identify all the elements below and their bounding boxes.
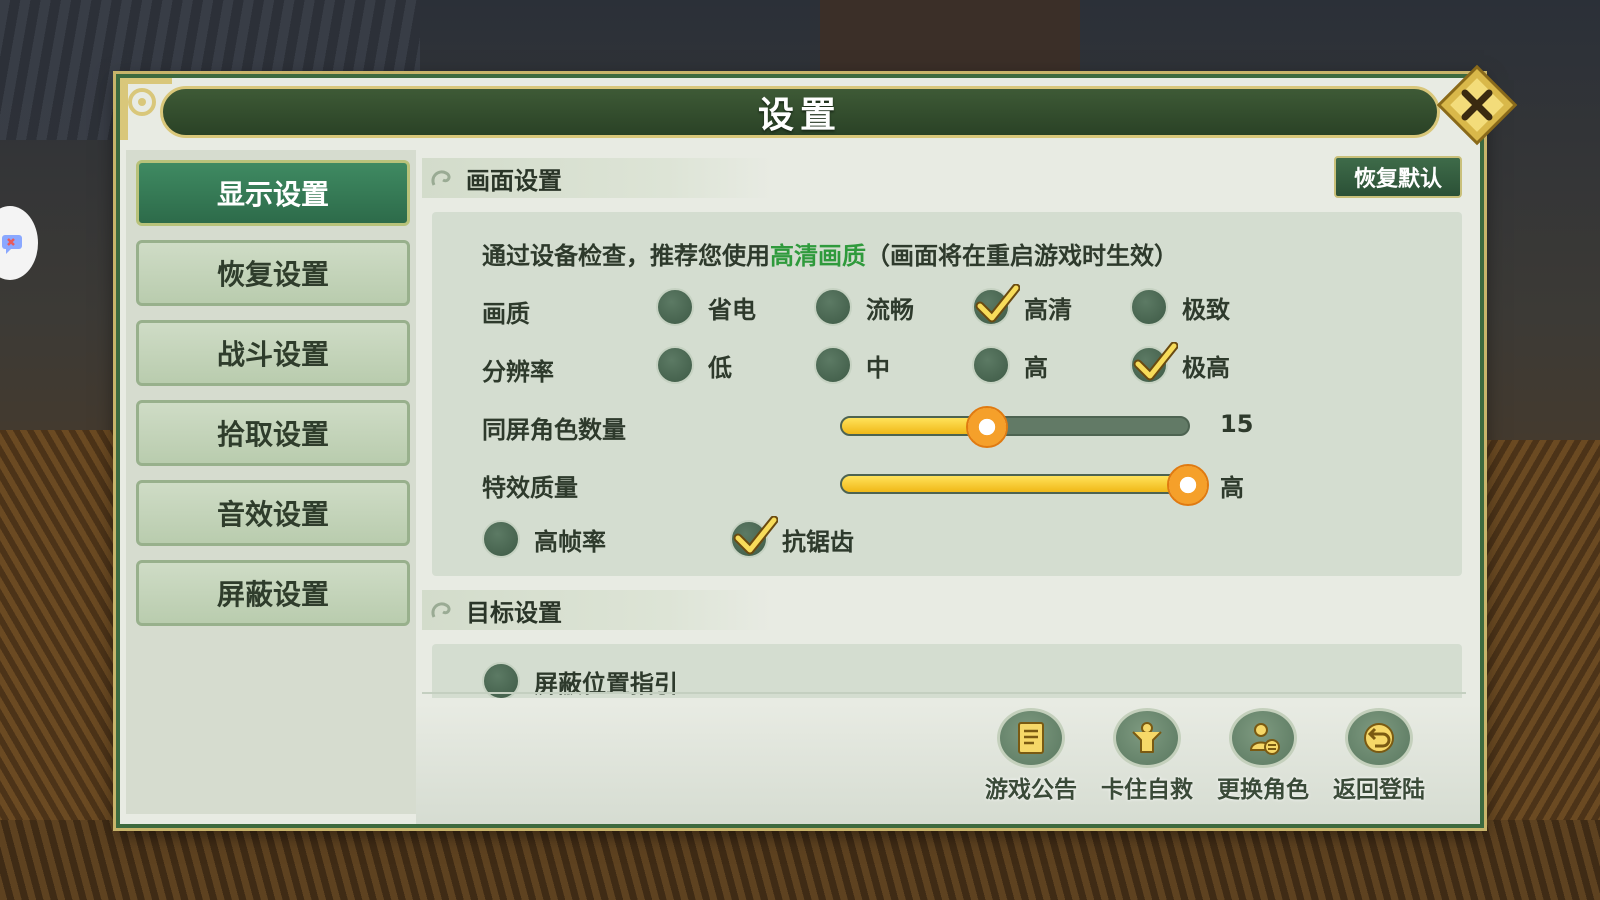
return-login-button[interactable]: 返回登陆 [1324, 708, 1434, 804]
quality-label: 画质 [482, 300, 530, 328]
settings-content: 画面设置 恢复默认 通过设备检查，推荐您使用高清画质（画面将在重启游戏时生效） … [422, 150, 1472, 698]
same-screen-label: 同屏角色数量 [482, 416, 626, 444]
title-banner: 设置 [160, 86, 1440, 138]
resolution-option-medium[interactable]: 中 [814, 346, 890, 384]
resolution-label: 分辨率 [482, 358, 554, 386]
chat-icon [2, 235, 22, 254]
background-ground [0, 820, 1600, 900]
resolution-option-high[interactable]: 高 [972, 346, 1048, 384]
effects-value: 高 [1220, 474, 1244, 502]
radio-label: 极致 [1182, 295, 1230, 324]
corner-ornament-icon [120, 78, 172, 140]
quality-option-power-saving[interactable]: 省电 [656, 288, 756, 326]
slider-knob[interactable] [1167, 464, 1209, 506]
radio-dot [972, 284, 1020, 326]
section-title-display: 画面设置 [466, 166, 562, 195]
radio-dot [656, 288, 694, 326]
sidebar-item-block[interactable]: 屏蔽设置 [136, 560, 410, 626]
checkmark-icon [975, 284, 1020, 323]
chat-bubble-button[interactable] [0, 206, 38, 280]
slider-knob[interactable] [966, 406, 1009, 448]
title-bar: 设置 [120, 64, 1518, 146]
same-screen-slider[interactable] [840, 406, 1190, 448]
action-label: 返回登陆 [1333, 777, 1425, 803]
close-button[interactable] [1436, 64, 1518, 146]
section-header-display: 画面设置 [422, 158, 772, 198]
resolution-option-low[interactable]: 低 [656, 346, 732, 384]
switch-character-icon [1229, 708, 1297, 768]
radio-label: 高清 [1024, 295, 1072, 324]
radio-dot [972, 346, 1010, 384]
action-label: 更换角色 [1217, 777, 1309, 803]
settings-sidebar: 显示设置 恢复设置 战斗设置 拾取设置 音效设置 屏蔽设置 [126, 150, 416, 814]
radio-label: 高 [1024, 353, 1048, 382]
background-tower [820, 0, 1080, 75]
sidebar-item-display[interactable]: 显示设置 [136, 160, 410, 226]
same-screen-value: 15 [1220, 410, 1254, 438]
rescue-icon [1113, 708, 1181, 768]
section-header-target: 目标设置 [422, 590, 772, 630]
swirl-icon [431, 602, 451, 618]
sidebar-item-sound[interactable]: 音效设置 [136, 480, 410, 546]
notice-suffix: （画面将在重启游戏时生效） [866, 242, 1178, 270]
checkbox-dot [482, 520, 520, 558]
radio-dot [1130, 342, 1178, 384]
mist-decoration [416, 704, 1480, 824]
resolution-option-ultra[interactable]: 极高 [1130, 342, 1230, 384]
display-panel: 通过设备检查，推荐您使用高清画质（画面将在重启游戏时生效） 画质 省电 流畅 高… [432, 212, 1462, 576]
effects-label: 特效质量 [482, 474, 578, 502]
game-notice-button[interactable]: 游戏公告 [976, 708, 1086, 804]
toggle-label: 抗锯齿 [782, 527, 854, 556]
content-divider [422, 692, 1466, 694]
checkmark-icon [1133, 342, 1178, 381]
checkbox-dot [730, 516, 778, 558]
anti-alias-toggle[interactable]: 抗锯齿 [730, 516, 854, 558]
toggle-label: 高帧率 [534, 527, 606, 556]
device-check-notice: 通过设备检查，推荐您使用高清画质（画面将在重启游戏时生效） [482, 236, 1178, 271]
quality-option-hd[interactable]: 高清 [972, 284, 1072, 326]
stuck-rescue-button[interactable]: 卡住自救 [1092, 708, 1202, 804]
radio-dot [814, 346, 852, 384]
radio-label: 中 [866, 353, 890, 382]
action-label: 游戏公告 [985, 777, 1077, 803]
switch-character-button[interactable]: 更换角色 [1208, 708, 1318, 804]
quality-option-ultimate[interactable]: 极致 [1130, 288, 1230, 326]
restore-default-button[interactable]: 恢复默认 [1334, 156, 1462, 198]
radio-dot [814, 288, 852, 326]
high-fps-toggle[interactable]: 高帧率 [482, 520, 606, 558]
sidebar-item-combat[interactable]: 战斗设置 [136, 320, 410, 386]
radio-label: 流畅 [866, 295, 914, 324]
radio-label: 低 [708, 353, 732, 382]
sidebar-item-recovery[interactable]: 恢复设置 [136, 240, 410, 306]
quality-option-smooth[interactable]: 流畅 [814, 288, 914, 326]
radio-dot [1130, 288, 1168, 326]
checkmark-icon [733, 516, 778, 555]
target-panel: 屏蔽位置指引 [432, 644, 1462, 698]
return-icon [1345, 708, 1413, 768]
action-label: 卡住自救 [1101, 777, 1193, 803]
settings-dialog: 设置 显示设置 恢复设置 战斗设置 拾取设置 音效设置 屏蔽设置 画面设置 恢复… [116, 64, 1518, 828]
swirl-icon [431, 170, 451, 186]
effects-slider[interactable] [840, 464, 1209, 506]
radio-label: 极高 [1182, 353, 1230, 382]
notice-icon [997, 708, 1065, 768]
notice-prefix: 通过设备检查，推荐您使用 [482, 242, 770, 270]
slider-fill [842, 476, 1188, 492]
notice-highlight: 高清画质 [770, 242, 866, 270]
radio-dot [656, 346, 694, 384]
sidebar-item-pickup[interactable]: 拾取设置 [136, 400, 410, 466]
radio-label: 省电 [708, 295, 756, 324]
section-title-target: 目标设置 [466, 598, 562, 627]
dialog-title: 设置 [757, 94, 842, 136]
